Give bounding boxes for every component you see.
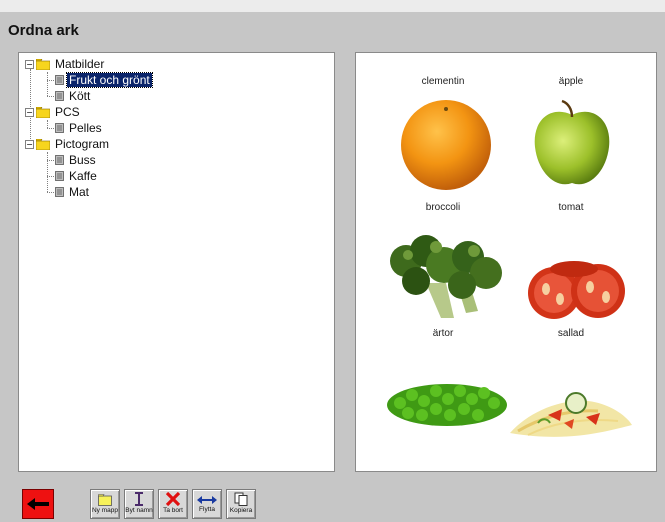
sheet-icon: [55, 171, 64, 181]
new-folder-button[interactable]: Ny mapp: [90, 489, 120, 519]
collapse-toggle[interactable]: −: [25, 59, 34, 69]
tree-item-buss[interactable]: Buss: [55, 152, 98, 168]
tree-item-label: Buss: [69, 153, 96, 167]
rename-button[interactable]: Byt namn: [124, 489, 154, 519]
tree-branch-line: [47, 128, 54, 129]
tree-branch-line: [47, 120, 48, 128]
copy-label: Kopiera: [229, 507, 253, 514]
window-top-strip: [0, 0, 665, 12]
tree-folder-pictogram[interactable]: − Pictogram: [25, 136, 111, 152]
peas-image: [387, 384, 507, 426]
back-arrow-icon: [27, 498, 49, 510]
sheet-icon: [55, 155, 64, 165]
card-label: clementin: [421, 76, 465, 87]
tree-item-kaffe[interactable]: Kaffe: [55, 168, 99, 184]
tree-branch-line: [47, 160, 54, 161]
tree-item-frukt-och-gront[interactable]: Frukt och grönt: [55, 72, 153, 88]
tree-branch-line: [47, 80, 54, 81]
tree-branch-line: [47, 152, 48, 192]
new-folder-icon: [98, 494, 112, 506]
back-button[interactable]: [22, 489, 54, 519]
sheet-icon: [55, 91, 64, 101]
tomato-image: [528, 261, 625, 319]
card-artor: ärtor: [378, 327, 508, 341]
sheet-preview-panel: clementin äpple broccoli tomat ärtor sal…: [355, 52, 657, 472]
card-broccoli: broccoli: [378, 201, 508, 215]
card-sallad: sallad: [506, 327, 636, 341]
sheet-icon: [55, 75, 64, 85]
clementine-image: [401, 100, 491, 190]
card-tomat: tomat: [506, 201, 636, 215]
move-label: Flytta: [199, 506, 215, 513]
tree-branch-line: [47, 96, 54, 97]
window-title: Ordna ark: [8, 22, 79, 39]
tree-item-label: Frukt och grönt: [66, 72, 153, 88]
tree-item-mat[interactable]: Mat: [55, 184, 91, 200]
move-arrows-icon: [197, 496, 217, 504]
apple-image: [534, 99, 610, 185]
salad-image: [510, 392, 632, 437]
tree-folder-label: PCS: [55, 105, 80, 119]
folder-icon: [36, 106, 50, 118]
tree-folder-label: Pictogram: [55, 137, 110, 151]
folder-icon: [36, 58, 50, 70]
copy-pages-icon: [234, 492, 248, 506]
delete-button[interactable]: Ta bort: [158, 489, 188, 519]
tree-item-pelles[interactable]: Pelles: [55, 120, 104, 136]
card-label: broccoli: [425, 202, 461, 213]
folder-icon: [36, 138, 50, 150]
tree-item-kott[interactable]: Kött: [55, 88, 92, 104]
collapse-toggle[interactable]: −: [25, 139, 34, 149]
tree-item-label: Kött: [69, 89, 91, 103]
new-folder-label: Ny mapp: [91, 507, 118, 514]
tree-branch-line: [47, 192, 54, 193]
card-apple: äpple: [506, 75, 636, 89]
tree-folder-label: Matbilder: [55, 57, 105, 71]
sheet-tree-panel[interactable]: − Matbilder Frukt och grönt Kött − PCS P…: [18, 52, 335, 472]
delete-label: Ta bort: [163, 507, 183, 514]
card-label: sallad: [557, 328, 585, 339]
text-cursor-icon: [135, 492, 143, 506]
tree-item-label: Kaffe: [69, 169, 97, 183]
sheet-icon: [55, 187, 64, 197]
tree-branch-line: [47, 72, 48, 96]
card-clementin: clementin: [378, 75, 508, 89]
broccoli-image: [390, 235, 502, 318]
sheet-icon: [55, 123, 64, 133]
move-button[interactable]: Flytta: [192, 489, 222, 519]
tree-folder-pcs[interactable]: − PCS: [25, 104, 82, 120]
copy-button[interactable]: Kopiera: [226, 489, 256, 519]
card-label: tomat: [558, 202, 584, 213]
tree-item-label: Mat: [69, 185, 90, 199]
collapse-toggle[interactable]: −: [25, 107, 34, 117]
delete-x-icon: [166, 492, 180, 506]
tree-branch-line: [47, 176, 54, 177]
card-label: ärtor: [432, 328, 454, 339]
tree-folder-matbilder[interactable]: − Matbilder: [25, 56, 106, 72]
card-label: äpple: [558, 76, 584, 87]
tree-item-label: Pelles: [69, 121, 102, 135]
rename-label: Byt namn: [125, 507, 153, 514]
